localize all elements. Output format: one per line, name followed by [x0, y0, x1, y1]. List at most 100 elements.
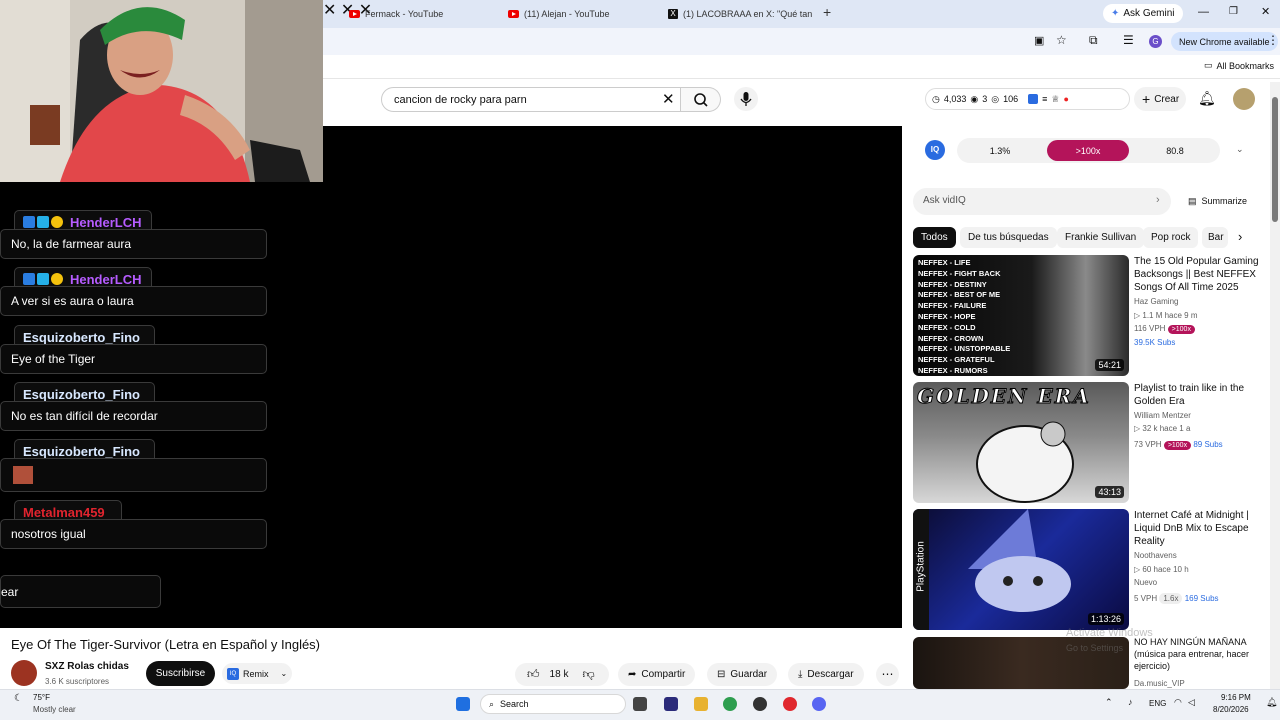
tab-lacobraaa[interactable]: X (1) LACOBRAAA en X: "Qué tan	[668, 4, 812, 24]
search-icon: ⌕	[489, 698, 495, 709]
recommendation-title[interactable]: Playlist to train like in the Golden Era	[1134, 382, 1264, 408]
chevron-right-icon[interactable]: ›	[1156, 194, 1160, 206]
activate-windows-watermark: Activate Windows	[1066, 627, 1153, 639]
scrollbar-thumb[interactable]	[1272, 97, 1278, 222]
recommendation-channel[interactable]: Noothavens	[1134, 551, 1177, 560]
avatar[interactable]	[1233, 88, 1255, 110]
weather-icon[interactable]: ☾	[14, 693, 23, 704]
folder-icon: ▭	[1204, 60, 1213, 70]
recommendation-meta: ▷ 60 hace 10 h	[1134, 565, 1189, 574]
badge-icon	[51, 273, 63, 285]
reading-list-icon[interactable]: ☰	[1123, 33, 1134, 47]
remix-button[interactable]: IQ Remix ⌄	[222, 663, 293, 684]
tab-fermack[interactable]: Fermack - YouTube	[349, 4, 443, 24]
clock-time[interactable]: 9:16 PM	[1221, 693, 1251, 702]
bell-icon[interactable]: 🔔︎	[1198, 90, 1216, 107]
vidiq-metric: 80.8	[1166, 145, 1184, 156]
recommendation-thumbnail[interactable]: NEFFEX - LIFE NEFFEX - FIGHT BACK NEFFEX -…	[913, 255, 1129, 376]
opera-icon[interactable]	[783, 697, 797, 711]
video-player[interactable]	[323, 126, 902, 628]
vidiq-metrics: 1.3% >100x 80.8	[957, 138, 1220, 163]
channel-name[interactable]: SXZ Rolas chidas	[45, 661, 129, 672]
x-icon: X	[668, 9, 678, 19]
volume-icon[interactable]: ◁	[1188, 697, 1195, 708]
chat-username-text: Metalman459	[23, 504, 105, 520]
chevron-down-icon[interactable]: ⌄	[1236, 144, 1244, 155]
chip-todos[interactable]: Todos	[913, 227, 956, 248]
language-indicator[interactable]: ENG	[1149, 699, 1166, 708]
recommendation-title[interactable]: Internet Café at Midnight | Liquid DnB M…	[1134, 509, 1264, 548]
chat-message-text: nosotros igual	[11, 527, 86, 541]
cast-icon[interactable]: ▣	[1034, 34, 1044, 47]
share-button[interactable]: ➦ Compartir	[618, 663, 696, 686]
create-button[interactable]: + Crear	[1134, 87, 1186, 111]
profile-avatar[interactable]: G	[1149, 35, 1162, 48]
chip-bar[interactable]: Bar	[1202, 227, 1228, 248]
chip-pop-rock[interactable]: Pop rock	[1143, 227, 1199, 248]
recommendation-title[interactable]: NO HAY NINGÚN MAÑANA (música para entren…	[1134, 636, 1264, 672]
menu-dots-icon[interactable]: ⋮	[1267, 33, 1279, 47]
recommendation-title[interactable]: The 15 Old Popular Gaming Backsongs || B…	[1134, 255, 1264, 294]
window-close-icon[interactable]: ✕	[1261, 5, 1270, 18]
dislike-icon[interactable]: 👎︎	[582, 667, 594, 682]
minimize-icon[interactable]: —	[1198, 6, 1209, 18]
eye-icon: ◉	[970, 93, 979, 104]
more-actions-icon[interactable]: ⋯	[876, 663, 899, 686]
all-bookmarks-button[interactable]: ▭ All Bookmarks	[1204, 60, 1274, 71]
channel-avatar[interactable]	[11, 660, 37, 686]
recommendation-vidiq: 116 VPH >100x	[1134, 324, 1195, 334]
save-icon: ⊟	[717, 669, 726, 680]
search-button[interactable]	[681, 87, 721, 112]
like-icon[interactable]: 👍︎	[527, 667, 540, 682]
notification-icon[interactable]: 🔔︎	[1266, 697, 1277, 708]
chrome-icon[interactable]	[723, 697, 737, 711]
tab-close-icon[interactable]: ✕	[323, 2, 336, 19]
premiere-icon[interactable]	[664, 697, 678, 711]
clock-date[interactable]: 8/20/2026	[1213, 705, 1249, 714]
microphone-icon	[740, 92, 752, 106]
save-button[interactable]: ⊟ Guardar	[707, 663, 778, 686]
clear-search-icon[interactable]: ✕	[662, 90, 675, 108]
chat-message	[0, 458, 267, 492]
vidiq-stats-bar[interactable]: ◷ 4,033 ◉ 3 ◎ 106 ≡ ♕ ●	[925, 88, 1130, 110]
file-explorer-icon[interactable]	[694, 697, 708, 711]
task-view-icon[interactable]	[633, 697, 647, 711]
weather-temp[interactable]: 75°F	[33, 693, 50, 702]
windows-start-icon[interactable]	[456, 697, 470, 711]
recommendation-channel[interactable]: William Mentzer	[1134, 411, 1191, 420]
alert-icon: ●	[1063, 94, 1069, 104]
voice-search-button[interactable]	[734, 87, 758, 111]
taskbar-search[interactable]: ⌕ Search	[480, 694, 626, 714]
microphone-icon[interactable]: ♪	[1128, 697, 1133, 707]
chip-frankie-sullivan[interactable]: Frankie Sullivan	[1057, 227, 1145, 248]
scrollbar[interactable]	[1270, 82, 1280, 689]
subscribe-button[interactable]: Suscribirse	[146, 661, 215, 686]
discord-icon[interactable]	[812, 697, 826, 711]
chevron-right-icon[interactable]: ›	[1238, 229, 1242, 244]
chat-message: No, la de farmear aura	[0, 229, 267, 259]
wizard-cat-image	[968, 509, 1071, 612]
extensions-icon[interactable]: ⧉	[1089, 33, 1098, 48]
ask-vidiq-input[interactable]: Ask vidIQ	[913, 188, 1171, 215]
wifi-icon[interactable]: ◠	[1174, 697, 1182, 708]
chat-username-text: Esquizoberto_Fino	[23, 443, 140, 459]
recommendation-thumbnail[interactable]: GOLDEN ERA 43:13	[913, 382, 1129, 503]
star-icon[interactable]: ☆	[1056, 33, 1067, 47]
search-input[interactable]: cancion de rocky para parn	[381, 87, 681, 112]
tray-chevron-icon[interactable]: ⌃	[1105, 697, 1113, 708]
new-chrome-button[interactable]: New Chrome available	[1171, 32, 1278, 51]
chip-de-tus-busquedas[interactable]: De tus búsquedas	[960, 227, 1057, 248]
tab-alejan[interactable]: (11) Alejan - YouTube	[508, 4, 610, 24]
restore-icon[interactable]: ❐	[1229, 6, 1238, 17]
recommendation-channel[interactable]: Da.music_VIP	[1134, 679, 1185, 688]
recommendation-vidiq: 5 VPH 1.6x 169 Subs	[1134, 593, 1219, 604]
download-button[interactable]: ⤓ Descargar	[788, 663, 864, 686]
summarize-button[interactable]: ▤ Summarize	[1188, 196, 1247, 207]
recommendation-thumbnail[interactable]: PlayStation 1:13:26	[913, 509, 1129, 630]
obs-icon[interactable]	[753, 697, 767, 711]
vidiq-icon	[1028, 94, 1039, 104]
address-bar-row: ▣ ☆ ⧉ ☰ G New Chrome available ⋮	[323, 28, 1280, 55]
new-tab-icon[interactable]: +	[823, 4, 831, 20]
ask-gemini-button[interactable]: ✦ Ask Gemini	[1103, 4, 1183, 23]
recommendation-channel[interactable]: Haz Gaming	[1134, 297, 1178, 306]
